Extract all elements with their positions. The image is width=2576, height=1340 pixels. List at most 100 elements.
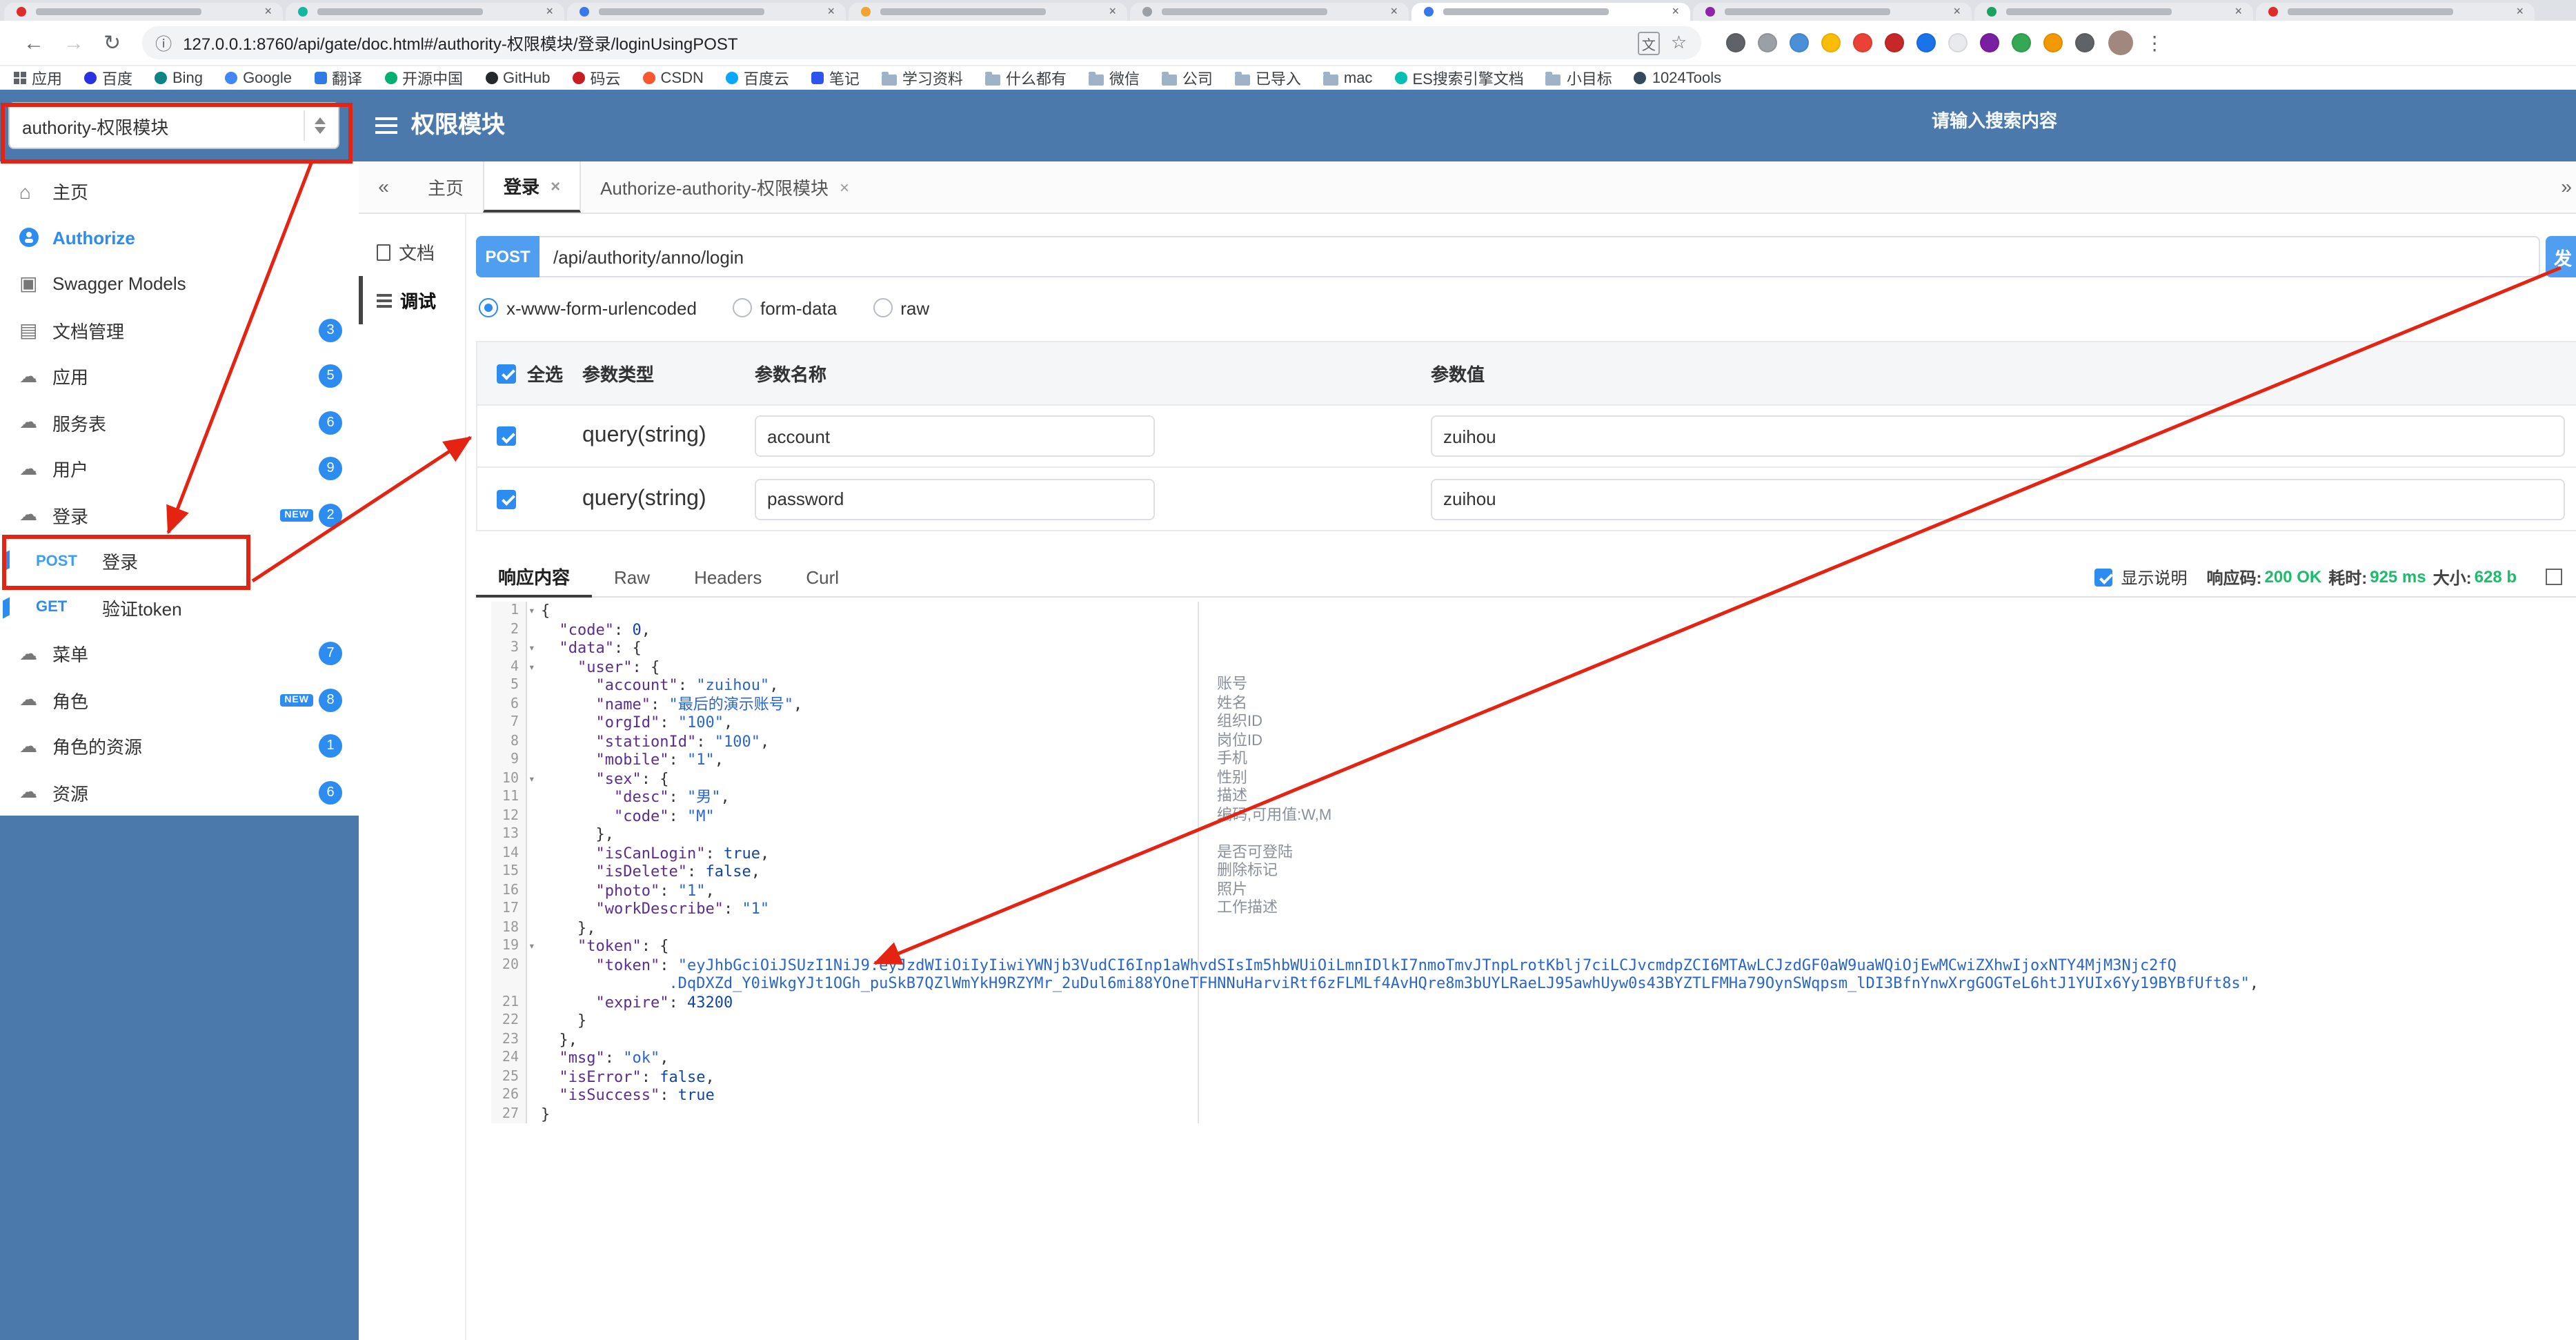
extension-icon[interactable] bbox=[1821, 33, 1841, 52]
extension-icon[interactable] bbox=[1884, 33, 1904, 52]
sidebar-item-登录[interactable]: ☁ 登录 NEW 2 bbox=[0, 492, 359, 538]
extension-icon[interactable] bbox=[2043, 33, 2063, 52]
api-item-get[interactable]: GET 验证token bbox=[0, 584, 359, 631]
reload-icon[interactable]: ↻ bbox=[103, 30, 121, 55]
bookmark-item[interactable]: 微信 bbox=[1088, 67, 1140, 89]
tab-close-icon[interactable]: × bbox=[827, 5, 835, 18]
extension-icon[interactable] bbox=[1725, 33, 1745, 52]
tab-close-icon[interactable]: × bbox=[264, 5, 272, 18]
address-bar[interactable]: ⓘ 127.0.0.1:8760/api/gate/doc.html#/auth… bbox=[141, 26, 1701, 59]
tab-close-icon[interactable]: × bbox=[546, 5, 553, 18]
content-tab[interactable]: 主页 bbox=[408, 161, 483, 213]
back-icon[interactable]: ← bbox=[23, 31, 44, 55]
tab-close-icon[interactable]: × bbox=[2516, 5, 2524, 18]
expand-icon[interactable] bbox=[2546, 569, 2562, 585]
extension-icon[interactable] bbox=[1789, 33, 1809, 52]
fold-icon[interactable]: ▾ bbox=[528, 938, 535, 955]
response-tab[interactable]: 响应内容 bbox=[476, 556, 593, 598]
bookmark-item[interactable]: 什么都有 bbox=[984, 67, 1067, 89]
content-tab[interactable]: 登录 × bbox=[483, 161, 582, 213]
browser-tab[interactable]: × bbox=[286, 3, 564, 21]
body-type-option[interactable]: raw bbox=[873, 297, 929, 318]
param-name-input[interactable] bbox=[755, 478, 1155, 520]
bookmark-item[interactable]: 百度 bbox=[84, 67, 132, 89]
browser-tab[interactable]: × bbox=[4, 3, 283, 21]
bookmark-item[interactable]: 翻译 bbox=[314, 67, 362, 89]
bookmark-item[interactable]: 开源中国 bbox=[384, 67, 463, 89]
sidebar-item-服务表[interactable]: ☁ 服务表 6 bbox=[0, 400, 359, 446]
tab-close-icon[interactable]: × bbox=[2235, 5, 2242, 18]
api-item-post[interactable]: POST 登录 bbox=[0, 538, 359, 584]
browser-tab[interactable]: × bbox=[567, 3, 846, 21]
browser-tab[interactable]: × bbox=[1411, 3, 1690, 21]
tab-close-icon[interactable]: × bbox=[551, 176, 560, 195]
sidebar-item-文档管理[interactable]: ▤ 文档管理 3 bbox=[0, 307, 359, 353]
bookmark-item[interactable]: 已导入 bbox=[1234, 67, 1301, 89]
browser-tab[interactable]: × bbox=[1693, 3, 1972, 21]
forward-icon[interactable]: → bbox=[63, 31, 84, 55]
content-tab[interactable]: Authorize-authority-权限模块 × bbox=[581, 161, 869, 213]
bookmark-item[interactable]: 1024Tools bbox=[1634, 70, 1721, 86]
response-tab[interactable]: Raw bbox=[592, 556, 672, 598]
tab-close-icon[interactable]: × bbox=[1109, 5, 1116, 18]
tab-close-icon[interactable]: × bbox=[1953, 5, 1961, 18]
extension-icon[interactable] bbox=[2011, 33, 2031, 52]
send-button[interactable]: 发 bbox=[2546, 236, 2576, 277]
browser-tab[interactable]: × bbox=[1974, 3, 2253, 21]
bookmark-item[interactable]: mac bbox=[1322, 70, 1372, 86]
fold-icon[interactable]: ▾ bbox=[528, 640, 535, 657]
param-value-input[interactable] bbox=[1431, 478, 2565, 520]
browser-tab[interactable]: × bbox=[2256, 3, 2535, 21]
request-url-input[interactable] bbox=[539, 236, 2540, 277]
response-tab[interactable]: Curl bbox=[784, 556, 861, 598]
hamburger-icon[interactable] bbox=[375, 117, 397, 120]
sidebar-item-用户[interactable]: ☁ 用户 9 bbox=[0, 446, 359, 492]
sidebar-item-菜单[interactable]: ☁ 菜单 7 bbox=[0, 631, 359, 677]
page-info-icon[interactable]: ⓘ bbox=[155, 31, 172, 55]
bookmark-item[interactable]: Bing bbox=[155, 70, 203, 86]
show-description-checkbox[interactable] bbox=[2094, 568, 2113, 586]
fold-icon[interactable]: ▾ bbox=[528, 771, 535, 787]
bookmark-star-icon[interactable]: ☆ bbox=[1671, 32, 1687, 54]
bookmark-item[interactable]: 学习资料 bbox=[881, 67, 963, 89]
radio-button[interactable] bbox=[479, 298, 498, 317]
bookmark-item[interactable]: 应用 bbox=[14, 67, 62, 89]
extension-icon[interactable] bbox=[1757, 33, 1777, 52]
expand-tabs-icon[interactable]: » bbox=[2561, 161, 2572, 214]
radio-button[interactable] bbox=[873, 298, 893, 317]
extension-icon[interactable] bbox=[1979, 33, 1999, 52]
sidebar-item-角色的资源[interactable]: ☁ 角色的资源 1 bbox=[0, 723, 359, 769]
sidebar-item-Authorize[interactable]: Authorize bbox=[0, 215, 359, 261]
sidebar-item-角色[interactable]: ☁ 角色 NEW 8 bbox=[0, 677, 359, 723]
show-description-toggle[interactable]: 显示说明 bbox=[2094, 565, 2188, 589]
header-search-input[interactable] bbox=[1932, 110, 2111, 131]
bookmark-item[interactable]: 笔记 bbox=[811, 67, 860, 89]
select-all-checkbox[interactable] bbox=[497, 364, 516, 383]
body-type-option[interactable]: form-data bbox=[732, 297, 837, 318]
bookmark-item[interactable]: 百度云 bbox=[725, 67, 789, 89]
sidebar-item-Swagger Models[interactable]: ▣ Swagger Models bbox=[0, 261, 359, 307]
sidebar-item-主页[interactable]: ⌂ 主页 bbox=[0, 168, 359, 215]
browser-tab[interactable]: × bbox=[849, 3, 1127, 21]
bookmark-item[interactable]: ES搜索引擎文档 bbox=[1394, 67, 1524, 89]
sidebar-item-应用[interactable]: ☁ 应用 5 bbox=[0, 353, 359, 400]
fold-icon[interactable]: ▾ bbox=[528, 659, 535, 676]
extension-icon[interactable] bbox=[1916, 33, 1936, 52]
view-tab-debug[interactable]: 调试 bbox=[359, 276, 465, 324]
radio-button[interactable] bbox=[732, 298, 752, 317]
row-checkbox[interactable] bbox=[497, 426, 516, 446]
extension-icon[interactable] bbox=[1948, 33, 1968, 52]
tab-close-icon[interactable]: × bbox=[1672, 5, 1679, 18]
param-value-input[interactable] bbox=[1431, 415, 2565, 457]
sidebar-item-资源[interactable]: ☁ 资源 6 bbox=[0, 769, 359, 816]
bookmark-item[interactable]: CSDN bbox=[642, 70, 704, 86]
url-text[interactable]: 127.0.0.1:8760/api/gate/doc.html#/author… bbox=[183, 31, 1638, 55]
browser-menu-icon[interactable]: ⋮ bbox=[2145, 31, 2164, 55]
bookmark-item[interactable]: 小目标 bbox=[1545, 67, 1612, 89]
tab-close-icon[interactable]: × bbox=[1390, 5, 1398, 18]
fold-icon[interactable]: ▾ bbox=[528, 603, 535, 620]
extension-icon[interactable] bbox=[1852, 33, 1872, 52]
group-select[interactable]: authority-权限模块 bbox=[8, 102, 339, 149]
bookmark-item[interactable]: 公司 bbox=[1161, 67, 1213, 89]
bookmark-item[interactable]: Google bbox=[225, 70, 292, 86]
